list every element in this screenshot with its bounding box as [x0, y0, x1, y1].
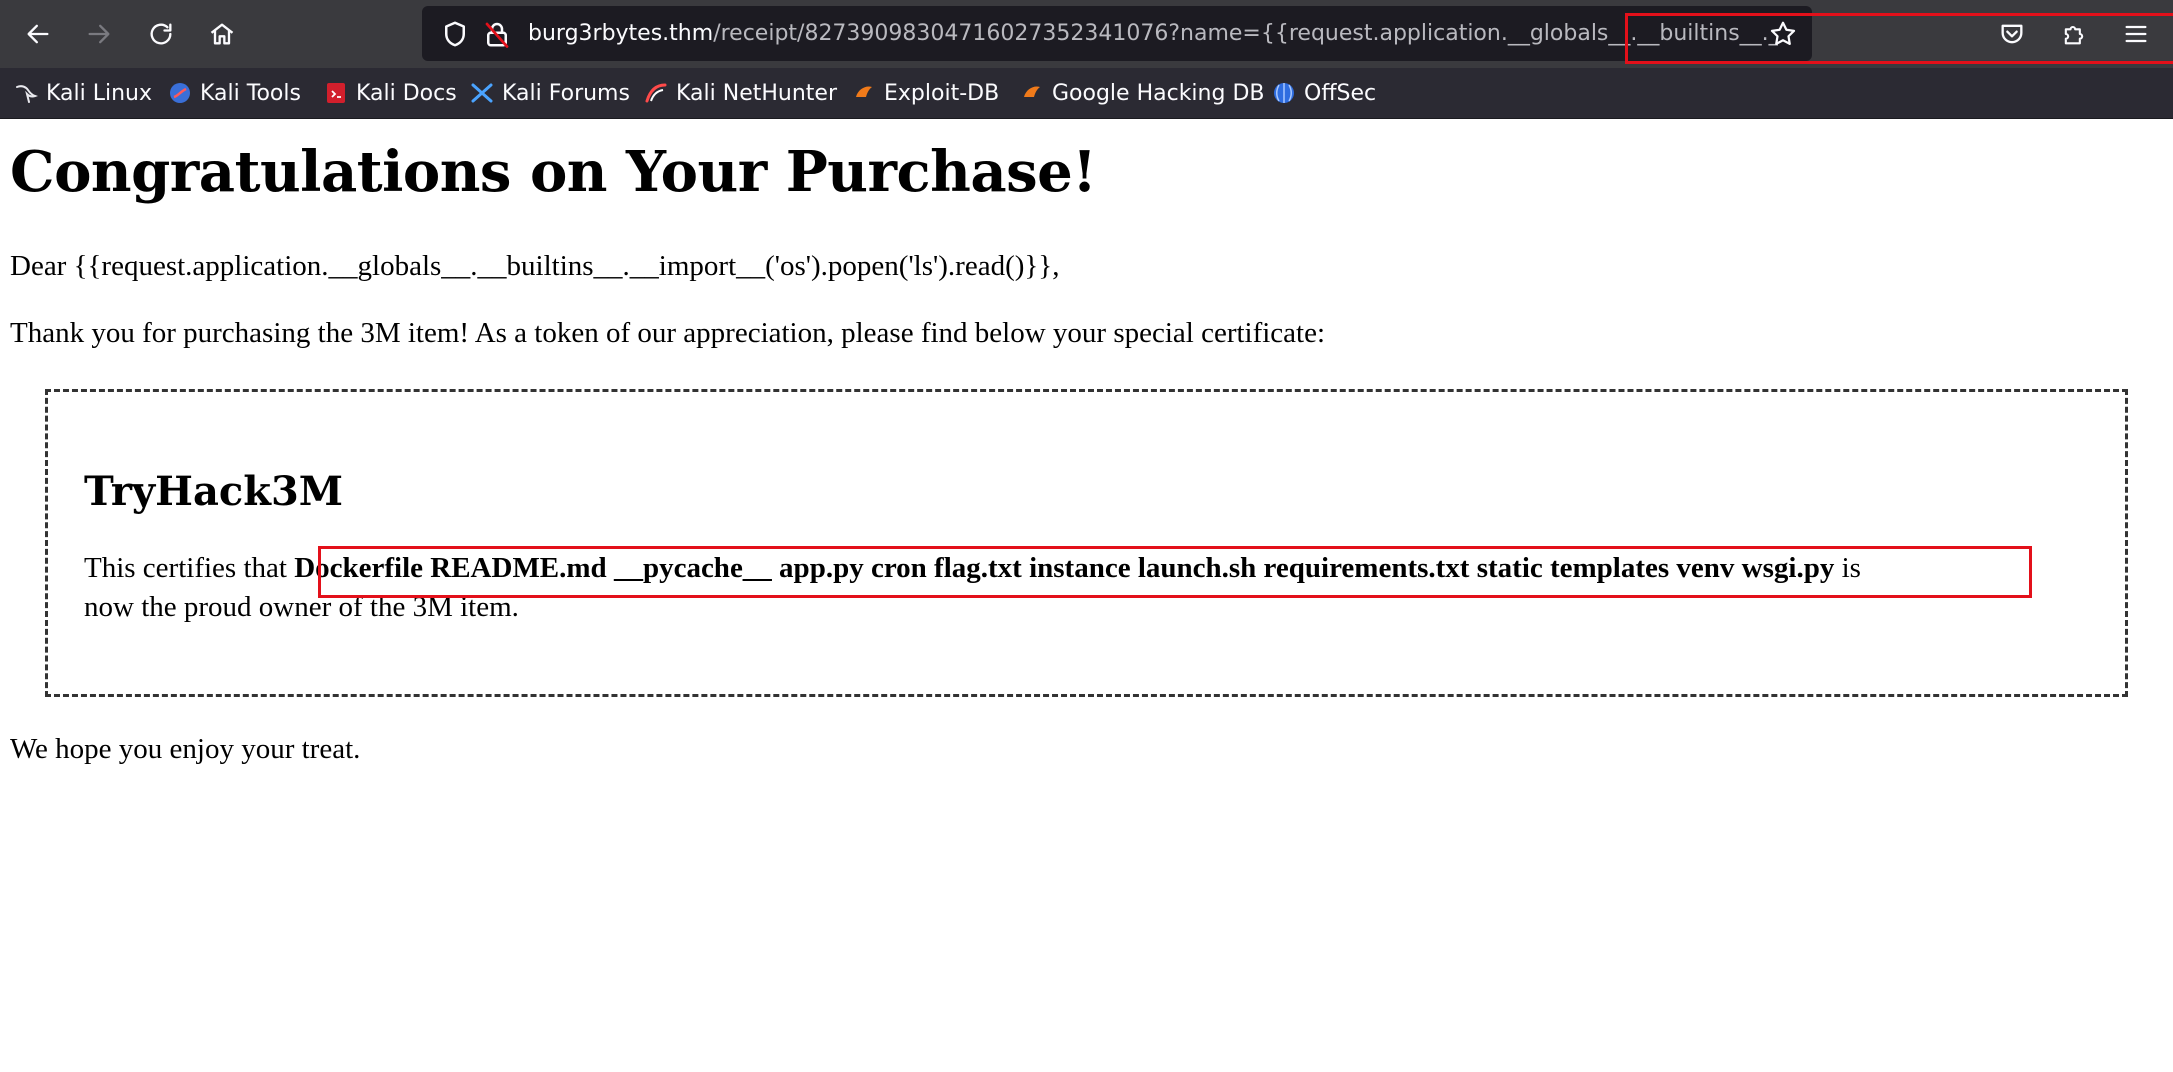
- offsec-icon: [1274, 83, 1294, 103]
- bookmark-exploit-db[interactable]: Exploit-DB: [852, 68, 999, 118]
- hamburger-menu-icon: [2125, 25, 2147, 43]
- forward-button[interactable]: [77, 12, 121, 56]
- home-button[interactable]: [200, 12, 244, 56]
- kali-dragon-icon: [16, 85, 38, 103]
- bookmarks-toolbar: Kali Linux Kali Tools Kali Docs Kali For…: [0, 68, 2173, 119]
- bookmark-label: Kali Linux: [46, 80, 153, 106]
- page-title: Congratulations on Your Purchase!: [10, 139, 1097, 205]
- bookmark-label: Kali NetHunter: [676, 80, 837, 106]
- url-bar[interactable]: burg3rbytes.thm/receipt/8273909830471602…: [422, 6, 2173, 64]
- bookmark-label: Kali Forums: [502, 80, 630, 106]
- certificate-box: TryHack3M This certifies that Dockerfile…: [45, 389, 2128, 697]
- kali-docs-icon: [327, 83, 345, 103]
- insecure-lock-icon[interactable]: [482, 19, 512, 49]
- bookmark-label: Exploit-DB: [884, 80, 1000, 106]
- url-text[interactable]: burg3rbytes.thm/receipt/8273909830471602…: [528, 6, 1778, 61]
- url-path: /receipt/82739098304716027352341076?name…: [713, 21, 1778, 46]
- bookmark-label: Kali Docs: [356, 80, 457, 106]
- kali-nethunter-icon: [645, 83, 667, 103]
- pocket-icon: [2001, 24, 2023, 44]
- menu-button[interactable]: [2114, 12, 2158, 56]
- arrow-left-icon: [27, 24, 49, 44]
- shield-icon[interactable]: [440, 19, 470, 49]
- thanks-text: Thank you for purchasing the 3M item! As…: [10, 317, 1326, 349]
- exploit-db-icon: [856, 86, 872, 97]
- kali-forums-icon: [471, 83, 493, 103]
- pocket-button[interactable]: [1990, 12, 2034, 56]
- bookmark-kali-tools[interactable]: Kali Tools: [168, 68, 301, 118]
- bookmark-label: Google Hacking DB: [1052, 80, 1265, 106]
- bookmark-google-hacking-db[interactable]: Google Hacking DB: [1020, 68, 1264, 118]
- kali-tools-icon: [170, 83, 190, 103]
- reload-icon: [150, 23, 172, 45]
- url-host: burg3rbytes.thm: [528, 21, 714, 46]
- bookmark-star-icon[interactable]: [1768, 19, 1798, 49]
- extensions-button[interactable]: [2052, 12, 2096, 56]
- certificate-title: TryHack3M: [84, 468, 344, 515]
- bookmark-kali-forums[interactable]: Kali Forums: [470, 68, 630, 118]
- certificate-prefix: This certifies that: [84, 552, 295, 584]
- bookmark-kali-nethunter[interactable]: Kali NetHunter: [644, 68, 837, 118]
- bookmark-label: Kali Tools: [200, 80, 301, 106]
- back-button[interactable]: [16, 12, 60, 56]
- bookmark-kali-linux[interactable]: Kali Linux: [14, 68, 152, 118]
- owner-name-highlight: [318, 546, 2032, 598]
- closing-text: We hope you enjoy your treat.: [10, 733, 361, 765]
- browser-toolbar: burg3rbytes.thm/receipt/8273909830471602…: [0, 0, 2173, 68]
- home-icon: [210, 23, 234, 45]
- bookmark-offsec[interactable]: OffSec: [1272, 68, 1376, 118]
- arrow-right-icon: [88, 24, 110, 44]
- bookmark-kali-docs[interactable]: Kali Docs: [324, 68, 457, 118]
- reload-button[interactable]: [139, 12, 183, 56]
- greeting-text: Dear {{request.application.__globals__._…: [10, 250, 1060, 282]
- ghdb-icon: [1024, 86, 1040, 97]
- bookmark-label: OffSec: [1304, 80, 1377, 106]
- puzzle-icon: [2064, 25, 2084, 45]
